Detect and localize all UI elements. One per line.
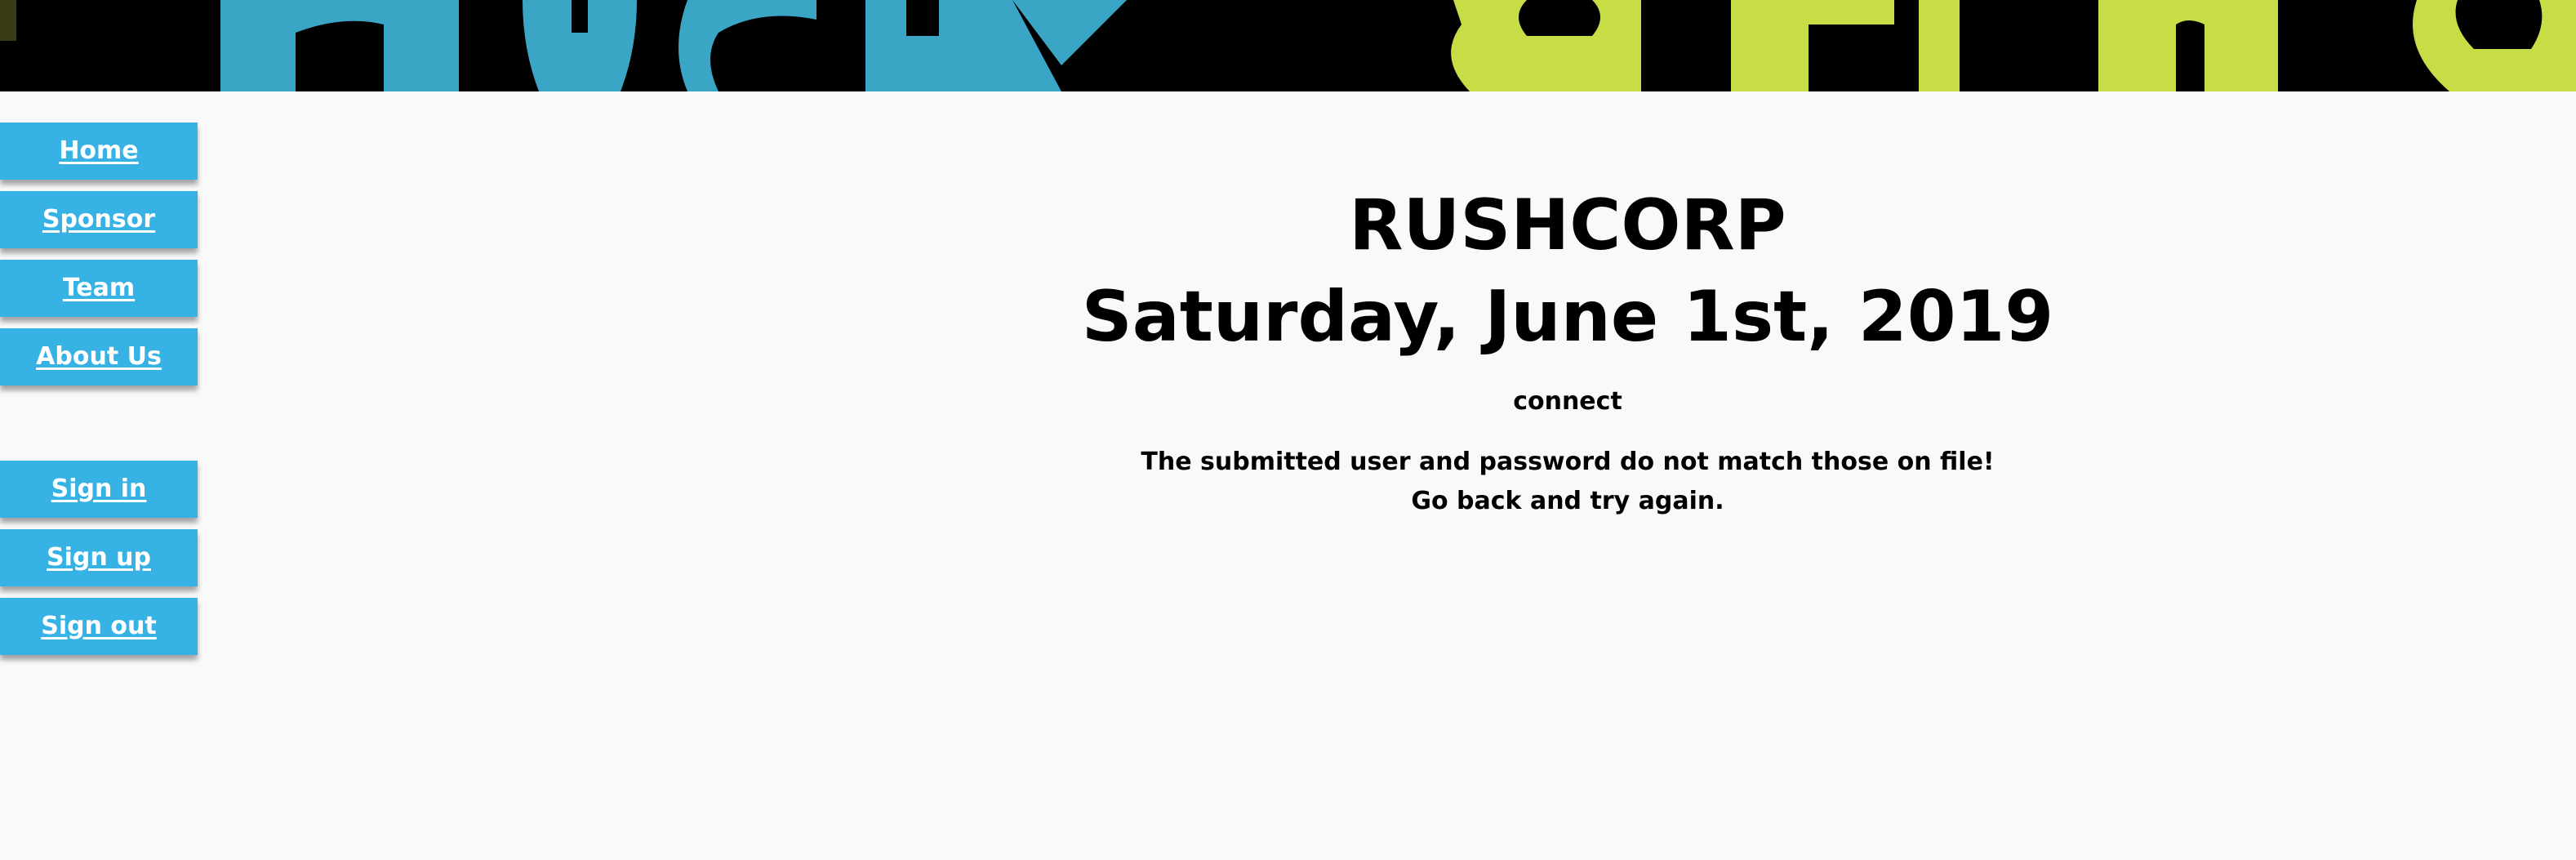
main-content: RUSHCORP Saturday, June 1st, 2019 connec… <box>914 180 2221 521</box>
sign-in-button[interactable]: Sign in <box>0 461 198 518</box>
sign-up-button[interactable]: Sign up <box>0 529 198 586</box>
nav-team-button[interactable]: Team <box>0 260 198 317</box>
page: Home Sponsor Team About Us Sign in Sign … <box>0 0 2576 860</box>
nav-about-us-button[interactable]: About Us <box>0 328 198 385</box>
hackathon-logo <box>0 0 2576 91</box>
error-message: The submitted user and password do not m… <box>914 443 2221 521</box>
error-line-1: The submitted user and password do not m… <box>1141 448 1995 476</box>
error-line-2: Go back and try again. <box>1411 487 1724 515</box>
header-banner <box>0 0 2576 91</box>
event-date: Saturday, June 1st, 2019 <box>1081 276 2054 358</box>
nav-sponsor-button[interactable]: Sponsor <box>0 191 198 248</box>
account-nav: Sign in Sign up Sign out <box>0 461 198 666</box>
sidebar-nav: Home Sponsor Team About Us <box>0 123 198 397</box>
sign-out-button[interactable]: Sign out <box>0 598 198 655</box>
page-title: RUSHCORP <box>1349 185 1786 266</box>
nav-home-button[interactable]: Home <box>0 123 198 180</box>
section-label: connect <box>1513 387 1622 416</box>
